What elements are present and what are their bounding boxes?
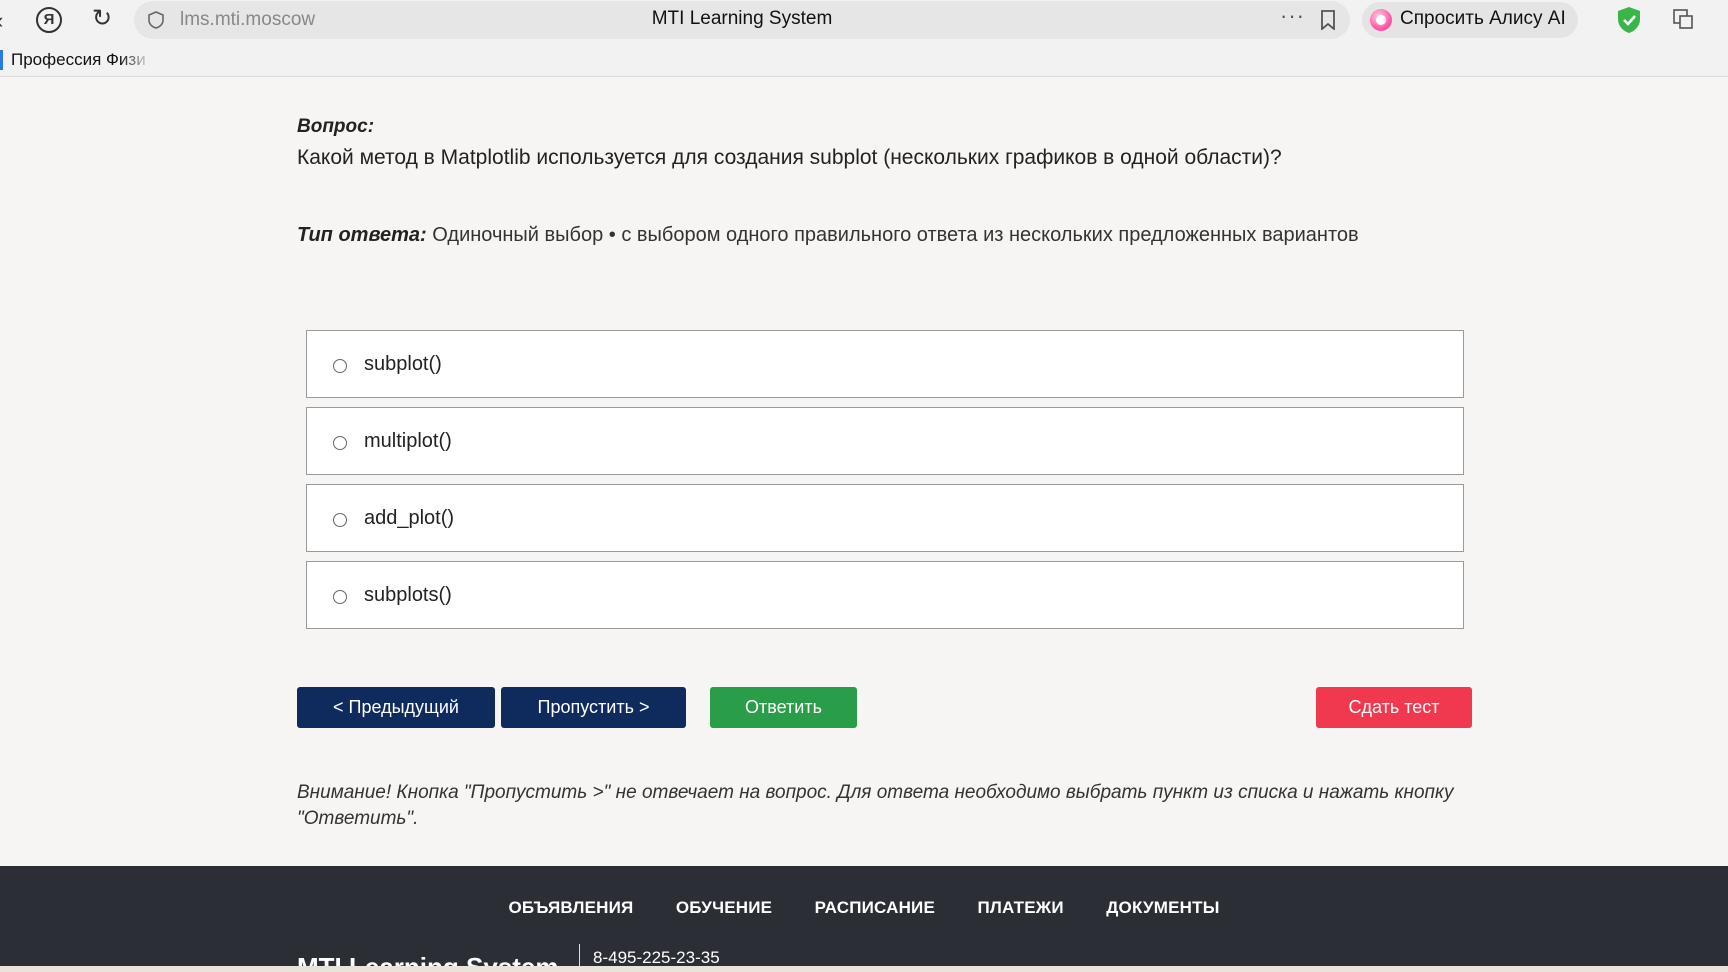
answer-option[interactable]: multiplot() bbox=[306, 407, 1464, 475]
submit-test-button[interactable]: Сдать тест bbox=[1316, 687, 1472, 728]
answer-button[interactable]: Ответить bbox=[710, 687, 857, 728]
footer-link-payments[interactable]: ПЛАТЕЖИ bbox=[977, 898, 1063, 918]
answer-type-value: Одиночный выбор • с выбором одного прави… bbox=[426, 224, 1359, 246]
answer-options: subplot() multiplot() add_plot() subplot… bbox=[306, 330, 1464, 638]
option-label: multiplot() bbox=[364, 430, 452, 452]
answer-type-label: Тип ответа: bbox=[297, 224, 427, 246]
answer-option[interactable]: subplots() bbox=[306, 561, 1464, 629]
alice-ai-button[interactable]: Спросить Алису AI bbox=[1362, 2, 1578, 38]
alice-icon bbox=[1370, 9, 1392, 31]
notice-text: Внимание! Кнопка "Пропустить >" не отвеч… bbox=[297, 782, 1454, 829]
previous-button[interactable]: < Предыдущий bbox=[297, 687, 495, 728]
browser-toolbar: ‹ Я ↻ lms.mti.moscow MTI Learning System… bbox=[0, 0, 1728, 77]
question-label: Вопрос: bbox=[297, 116, 375, 137]
radio-button[interactable] bbox=[333, 436, 347, 450]
reload-icon[interactable]: ↻ bbox=[92, 4, 112, 33]
alice-ai-label: Спросить Алису AI bbox=[1400, 8, 1566, 29]
skip-button[interactable]: Пропустить > bbox=[501, 687, 686, 728]
footer-link-learning[interactable]: ОБУЧЕНИЕ bbox=[676, 898, 772, 918]
bookmarks-bar: Профессия Физи bbox=[0, 48, 160, 76]
protect-shield-icon[interactable] bbox=[1616, 6, 1642, 34]
footer-nav: ОБЪЯВЛЕНИЯ ОБУЧЕНИЕ РАСПИСАНИЕ ПЛАТЕЖИ Д… bbox=[0, 898, 1728, 918]
footer-phone[interactable]: 8-495-225-23-35 bbox=[593, 948, 720, 968]
radio-button[interactable] bbox=[333, 359, 347, 373]
radio-button[interactable] bbox=[333, 513, 347, 527]
extensions-icon[interactable] bbox=[1672, 8, 1694, 30]
option-label: subplot() bbox=[364, 353, 442, 375]
page-title: MTI Learning System bbox=[651, 8, 833, 29]
bottom-strip bbox=[0, 966, 1728, 972]
bookmark-icon[interactable] bbox=[1320, 10, 1336, 30]
radio-button[interactable] bbox=[333, 590, 347, 604]
question-text: Какой метод в Matplotlib используется дл… bbox=[297, 146, 1282, 169]
footer-link-announcements[interactable]: ОБЪЯВЛЕНИЯ bbox=[508, 898, 633, 918]
answer-option[interactable]: subplot() bbox=[306, 330, 1464, 398]
option-label: add_plot() bbox=[364, 507, 455, 529]
more-options-icon[interactable]: ··· bbox=[1280, 3, 1305, 29]
footer-link-schedule[interactable]: РАСПИСАНИЕ bbox=[815, 898, 935, 918]
answer-type: Тип ответа: Одиночный выбор • с выбором … bbox=[297, 224, 1359, 247]
address-bar[interactable]: lms.mti.moscow MTI Learning System ··· bbox=[134, 1, 1350, 39]
answer-option[interactable]: add_plot() bbox=[306, 484, 1464, 552]
footer-link-documents[interactable]: ДОКУМЕНТЫ bbox=[1106, 898, 1219, 918]
footer: ОБЪЯВЛЕНИЯ ОБУЧЕНИЕ РАСПИСАНИЕ ПЛАТЕЖИ Д… bbox=[0, 866, 1728, 972]
yandex-logo-icon[interactable]: Я bbox=[36, 7, 62, 33]
option-label: subplots() bbox=[364, 584, 452, 606]
back-arrow-icon[interactable]: ‹ bbox=[0, 8, 3, 34]
